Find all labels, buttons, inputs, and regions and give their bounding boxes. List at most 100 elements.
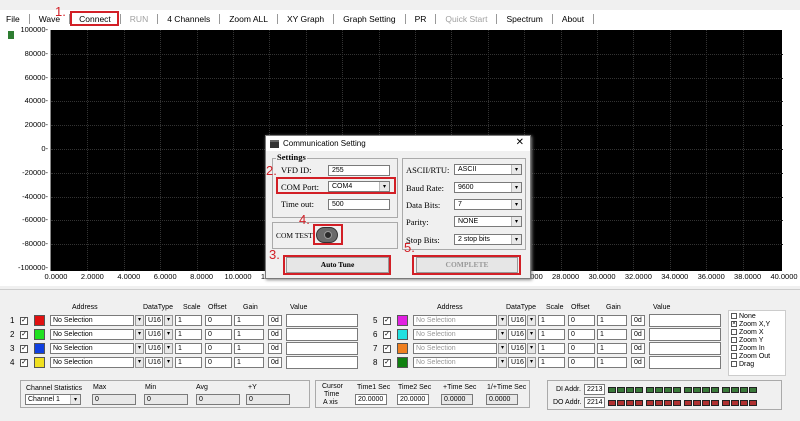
time1-input[interactable]: 20.0000 — [355, 394, 387, 405]
channel-offset-input[interactable]: 0 — [568, 357, 595, 368]
channel-offset-input[interactable]: 0 — [205, 329, 232, 340]
menu-item-quick-start[interactable]: Quick Start — [436, 14, 498, 24]
channel-datatype-select[interactable]: U16 — [145, 315, 163, 326]
channel-datatype-select[interactable]: U16 — [508, 357, 526, 368]
channel-address-select[interactable]: No Selection — [413, 357, 497, 368]
channel-datatype-select[interactable]: U16 — [508, 329, 526, 340]
channel-scale-input[interactable]: 1 — [538, 315, 565, 326]
channel-address-select[interactable]: No Selection — [413, 343, 497, 354]
channel-scale-input[interactable]: 1 — [538, 329, 565, 340]
chevron-down-icon[interactable]: ▾ — [164, 329, 173, 340]
channel-enable-checkbox[interactable]: ✓ — [383, 359, 391, 367]
channel-datatype-select[interactable]: U16 — [145, 343, 163, 354]
channel-gain-input[interactable]: 1 — [234, 329, 264, 340]
channel-scale-input[interactable]: 1 — [175, 343, 202, 354]
chevron-down-icon[interactable]: ▾ — [498, 329, 507, 340]
zoom-option-zoom-x-y[interactable]: × Zoom X,Y — [729, 320, 785, 328]
channel-offset-input[interactable]: 0 — [205, 343, 232, 354]
channel-datatype-select[interactable]: U16 — [145, 357, 163, 368]
channel-color-swatch[interactable] — [397, 315, 408, 326]
channel-gain-input[interactable]: 1 — [597, 315, 627, 326]
chevron-down-icon[interactable]: ▾ — [164, 343, 173, 354]
channel-enable-checkbox[interactable]: ✓ — [20, 345, 28, 353]
chevron-down-icon[interactable]: ▾ — [135, 329, 144, 340]
channel-gain-input[interactable]: 1 — [597, 343, 627, 354]
channel-address-select[interactable]: No Selection — [50, 357, 134, 368]
channel-select[interactable]: Channel 1 ▾ — [25, 394, 81, 405]
channel-enable-checkbox[interactable]: ✓ — [383, 345, 391, 353]
chevron-down-icon[interactable]: ▾ — [527, 357, 536, 368]
channel-color-swatch[interactable] — [34, 329, 45, 340]
chevron-down-icon[interactable]: ▾ — [498, 315, 507, 326]
stop-bits-select[interactable]: 2 stop bits ▾ — [454, 234, 522, 245]
channel-enable-checkbox[interactable]: ✓ — [20, 317, 28, 325]
ascii-rtu-select[interactable]: ASCII ▾ — [454, 164, 522, 175]
channel-color-swatch[interactable] — [397, 343, 408, 354]
channel-gain-input[interactable]: 1 — [234, 357, 264, 368]
menu-item-zoom-all[interactable]: Zoom ALL — [220, 14, 278, 24]
channel-color-swatch[interactable] — [34, 357, 45, 368]
channel-color-swatch[interactable] — [397, 329, 408, 340]
channel-gain-input[interactable]: 1 — [597, 357, 627, 368]
channel-enable-checkbox[interactable]: ✓ — [20, 359, 28, 367]
do-addr-input[interactable]: 2214 — [584, 397, 605, 408]
channel-datatype-select[interactable]: U16 — [508, 343, 526, 354]
channel-enable-checkbox[interactable]: ✓ — [383, 331, 391, 339]
menu-item-xy-graph[interactable]: XY Graph — [278, 14, 335, 24]
di-addr-input[interactable]: 2213 — [584, 384, 605, 395]
time2-input[interactable]: 20.0000 — [397, 394, 429, 405]
channel-gain-input[interactable]: 1 — [234, 315, 264, 326]
zoom-option-none[interactable]: None — [729, 312, 785, 320]
chevron-down-icon[interactable]: ▾ — [527, 343, 536, 354]
channel-gain-input[interactable]: 1 — [234, 343, 264, 354]
chevron-down-icon[interactable]: ▾ — [498, 357, 507, 368]
chevron-down-icon[interactable]: ▾ — [135, 357, 144, 368]
menu-item-spectrum[interactable]: Spectrum — [497, 14, 553, 24]
channel-address-select[interactable]: No Selection — [413, 329, 497, 340]
zoom-option-zoom-y[interactable]: Zoom Y — [729, 336, 785, 344]
zoom-option-zoom-x[interactable]: Zoom X — [729, 328, 785, 336]
baud-rate-select[interactable]: 9600 ▾ — [454, 182, 522, 193]
chevron-down-icon[interactable]: ▾ — [527, 329, 536, 340]
channel-offset-input[interactable]: 0 — [568, 315, 595, 326]
chevron-down-icon[interactable]: ▾ — [135, 343, 144, 354]
chevron-down-icon[interactable]: ▾ — [164, 357, 173, 368]
dialog-titlebar[interactable]: Communication Setting ✕ — [266, 136, 530, 151]
vfd-id-input[interactable]: 255 — [328, 165, 390, 176]
channel-scale-input[interactable]: 1 — [175, 357, 202, 368]
channel-scale-input[interactable]: 1 — [538, 357, 565, 368]
channel-offset-input[interactable]: 0 — [205, 357, 232, 368]
channel-address-select[interactable]: No Selection — [50, 315, 134, 326]
channel-enable-checkbox[interactable]: ✓ — [383, 317, 391, 325]
data-bits-select[interactable]: 7 ▾ — [454, 199, 522, 210]
chevron-down-icon[interactable]: ▾ — [527, 315, 536, 326]
menu-item-graph-setting[interactable]: Graph Setting — [334, 14, 406, 24]
channel-scale-input[interactable]: 1 — [175, 329, 202, 340]
channel-enable-checkbox[interactable]: ✓ — [20, 331, 28, 339]
menu-item-run[interactable]: RUN — [121, 14, 159, 24]
menu-item-4-channels[interactable]: 4 Channels — [158, 14, 221, 24]
menu-item-file[interactable]: File — [0, 14, 30, 24]
channel-address-select[interactable]: No Selection — [50, 329, 134, 340]
channel-offset-input[interactable]: 0 — [568, 329, 595, 340]
menu-item-pr[interactable]: PR — [406, 14, 437, 24]
channel-datatype-select[interactable]: U16 — [508, 315, 526, 326]
channel-address-select[interactable]: No Selection — [50, 343, 134, 354]
close-icon[interactable]: ✕ — [516, 137, 524, 148]
channel-offset-input[interactable]: 0 — [568, 343, 595, 354]
menu-item-about[interactable]: About — [553, 14, 595, 24]
channel-datatype-select[interactable]: U16 — [145, 329, 163, 340]
chevron-down-icon[interactable]: ▾ — [498, 343, 507, 354]
zoom-option-zoom-out[interactable]: Zoom Out — [729, 352, 785, 360]
channel-scale-input[interactable]: 1 — [175, 315, 202, 326]
channel-color-swatch[interactable] — [34, 343, 45, 354]
channel-scale-input[interactable]: 1 — [538, 343, 565, 354]
chevron-down-icon[interactable]: ▾ — [135, 315, 144, 326]
channel-offset-input[interactable]: 0 — [205, 315, 232, 326]
parity-select[interactable]: NONE ▾ — [454, 216, 522, 227]
channel-color-swatch[interactable] — [397, 357, 408, 368]
timeout-input[interactable]: 500 — [328, 199, 390, 210]
zoom-option-zoom-in[interactable]: Zoom In — [729, 344, 785, 352]
zoom-option-drag[interactable]: Drag — [729, 360, 785, 368]
chevron-down-icon[interactable]: ▾ — [164, 315, 173, 326]
